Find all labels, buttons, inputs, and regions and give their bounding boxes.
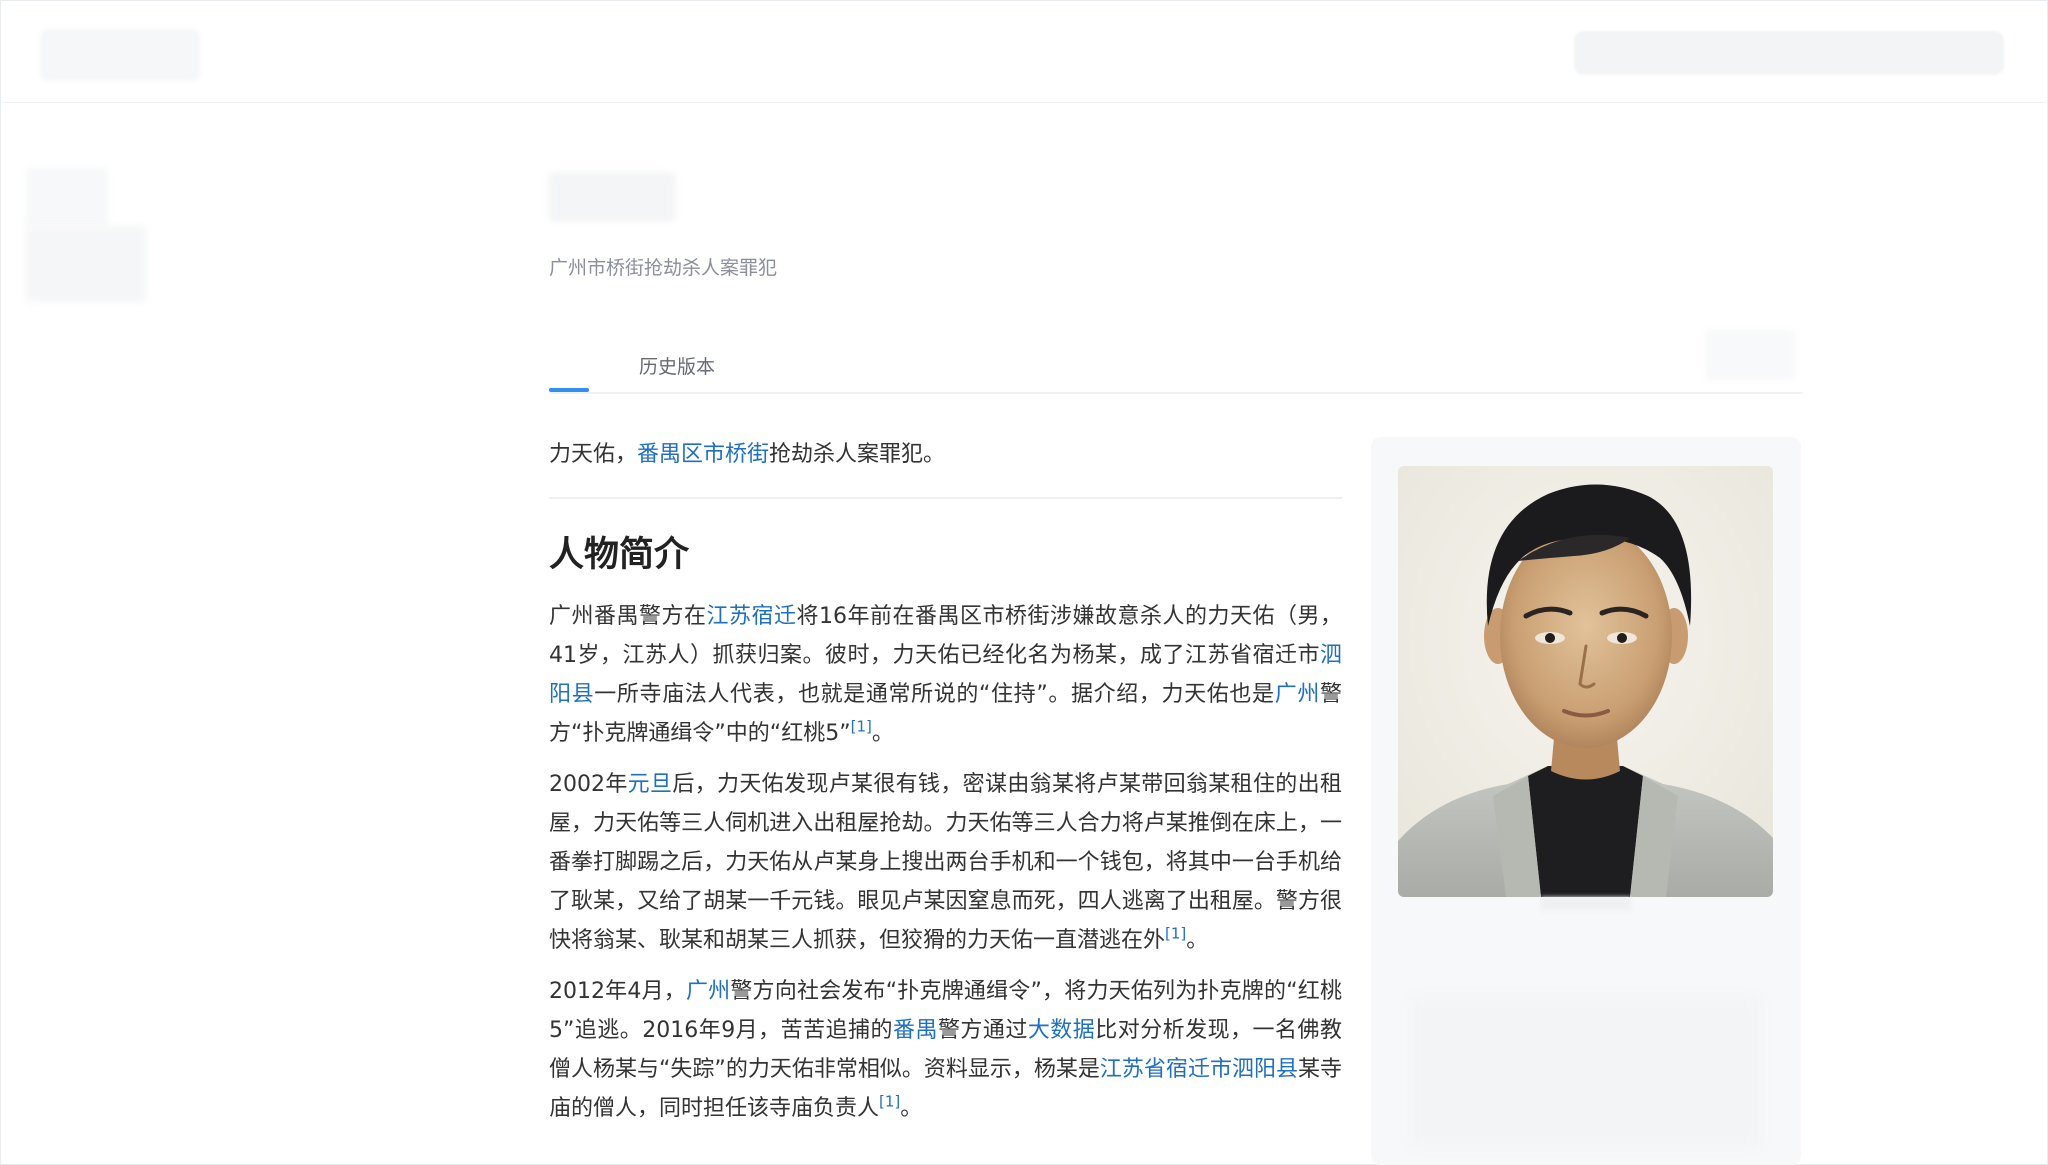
paragraph-1: 广州番禺警方在江苏宿迁将16年前在番禺区市桥街涉嫌故意杀人的力天佑（男，41岁，… bbox=[549, 597, 1342, 753]
paragraph-text: 后，力天佑发现卢某很有钱，密谋由翁某将卢某带回翁某租住的出租屋，力天佑等三人伺机… bbox=[549, 772, 1342, 953]
link-guangzhou[interactable]: 广州 bbox=[686, 979, 730, 1004]
link-new-year[interactable]: 元旦 bbox=[628, 772, 673, 797]
paragraph-text: 。 bbox=[1186, 928, 1209, 953]
reference-link[interactable]: [1] bbox=[1165, 925, 1186, 943]
paragraph-3: 2012年4月，广州警方向社会发布“扑克牌通缉令”，将力天佑列为扑克牌的“红桃5… bbox=[549, 972, 1342, 1128]
lead-text: 力天佑， bbox=[549, 442, 638, 467]
top-header bbox=[2, 1, 2046, 103]
paragraph-text: 警方通过 bbox=[937, 1018, 1028, 1043]
page-subtitle: 广州市桥街抢劫杀人案罪犯 bbox=[549, 257, 778, 279]
side-nav-blurred bbox=[26, 168, 108, 226]
tab-actions-blurred[interactable] bbox=[1705, 330, 1795, 380]
search-input-blurred[interactable] bbox=[1574, 31, 2004, 75]
infobox-details-blurred bbox=[1411, 997, 1761, 1147]
reference-link[interactable]: [1] bbox=[879, 1093, 900, 1111]
paragraph-text: 2002年 bbox=[549, 772, 628, 797]
tab-active-indicator bbox=[549, 388, 589, 392]
link-siyang-county-full[interactable]: 江苏省宿迁市泗阳县 bbox=[1100, 1057, 1298, 1082]
paragraph-text: 。 bbox=[900, 1096, 923, 1121]
link-shiqiao-street[interactable]: 市桥街 bbox=[703, 442, 769, 467]
portrait-image bbox=[1398, 466, 1773, 897]
portrait-photo[interactable] bbox=[1398, 466, 1773, 897]
lead-paragraph: 力天佑，番禺区市桥街抢劫杀人案罪犯。 bbox=[549, 432, 1342, 477]
section-heading: 人物简介 bbox=[549, 534, 690, 575]
paragraph-2: 2002年元旦后，力天佑发现卢某很有钱，密谋由翁某将卢某带回翁某租住的出租屋，力… bbox=[549, 765, 1342, 960]
paragraph-text: 广州番禺警方在 bbox=[549, 604, 707, 629]
paragraph-text: 2012年4月， bbox=[549, 979, 686, 1004]
infobox bbox=[1371, 437, 1801, 1165]
lead-text: 抢劫杀人案罪犯。 bbox=[769, 442, 946, 467]
site-logo-blurred[interactable] bbox=[40, 29, 200, 81]
page-title-blurred bbox=[548, 172, 676, 222]
link-panyu[interactable]: 番禺 bbox=[893, 1018, 938, 1043]
tab-bar: 历史版本 bbox=[549, 330, 1803, 394]
link-guangzhou[interactable]: 广州 bbox=[1275, 682, 1320, 707]
link-panyu-district[interactable]: 番禺区 bbox=[637, 442, 703, 467]
reference-link[interactable]: [1] bbox=[851, 718, 872, 736]
link-jiangsu-suqian[interactable]: 江苏宿迁 bbox=[707, 604, 797, 629]
tab-article[interactable] bbox=[549, 330, 589, 392]
paragraph-text: 一所寺庙法人代表，也就是通常所说的“住持”。据介绍，力天佑也是 bbox=[594, 682, 1275, 707]
link-big-data[interactable]: 大数据 bbox=[1028, 1018, 1095, 1043]
side-nav-blurred-2 bbox=[26, 226, 146, 302]
tab-history[interactable]: 历史版本 bbox=[639, 352, 715, 379]
paragraph-text: 。 bbox=[871, 721, 894, 746]
divider bbox=[549, 497, 1342, 499]
photo-caption-blurred bbox=[1541, 897, 1631, 911]
article-body: 力天佑，番禺区市桥街抢劫杀人案罪犯。 人物简介 广州番禺警方在江苏宿迁将16年前… bbox=[549, 432, 1342, 1140]
